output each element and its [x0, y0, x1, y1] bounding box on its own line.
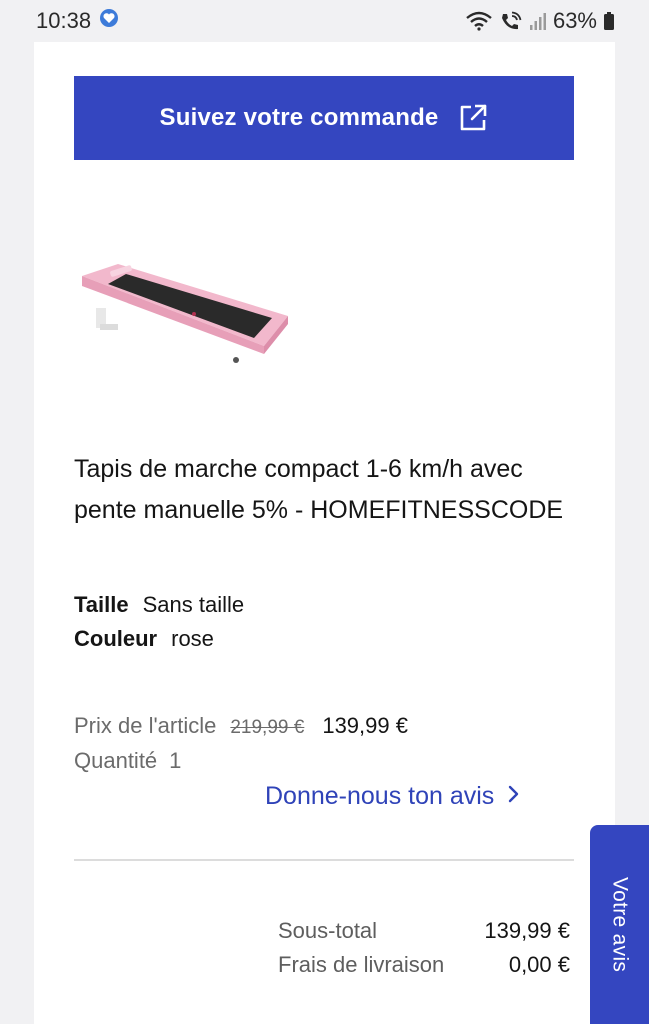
status-time: 10:38 [36, 8, 92, 33]
track-order-label: Suivez votre commande [159, 104, 439, 131]
battery-text: 63% [552, 8, 597, 33]
battery-icon [603, 11, 615, 31]
wifi-icon [465, 11, 493, 31]
status-right: 63% [465, 8, 615, 34]
product-title[interactable]: Tapis de marche compact 1-6 km/h avec pe… [74, 449, 574, 531]
chevron-right-icon [508, 782, 520, 811]
attribute-size-label: Taille [74, 592, 129, 617]
shipping-value: 0,00 € [508, 952, 570, 977]
subtotal-value: 139,99 € [484, 918, 570, 943]
attribute-size: Taille Sans taille [74, 592, 244, 618]
price-row: Prix de l'article 219,99 € 139,99 € [74, 713, 408, 739]
attribute-color: Couleur rose [74, 626, 214, 652]
quantity-value: 1 [169, 748, 182, 773]
order-card: Suivez votre commande Tapis de marche co… [34, 42, 615, 1024]
subtotal-label: Sous-total [278, 918, 378, 943]
review-link[interactable]: Donne-nous ton avis [265, 782, 520, 811]
summary-shipping: Frais de livraison 0,00 € [278, 952, 570, 978]
wifi-call-icon [499, 11, 523, 31]
status-left: 10:38 [36, 8, 119, 34]
status-bar: 10:38 63% [0, 0, 649, 42]
attribute-color-label: Couleur [74, 626, 158, 651]
quantity-row: Quantité 1 [74, 748, 181, 774]
track-order-button[interactable]: Suivez votre commande [74, 76, 574, 160]
old-price: 219,99 € [230, 717, 305, 738]
divider [74, 859, 574, 861]
feedback-tab-label: Votre avis [608, 876, 632, 973]
external-link-icon [458, 103, 488, 133]
attribute-size-value: Sans taille [142, 592, 245, 617]
quantity-label: Quantité [74, 748, 158, 773]
signal-icon [529, 11, 547, 31]
attribute-color-value: rose [171, 626, 214, 651]
review-link-label: Donne-nous ton avis [265, 782, 495, 810]
current-price: 139,99 € [322, 713, 408, 738]
shipping-label: Frais de livraison [278, 952, 445, 977]
summary-subtotal: Sous-total 139,99 € [278, 918, 570, 944]
product-image-treadmill[interactable] [74, 254, 294, 374]
feedback-tab[interactable]: Votre avis [590, 825, 649, 1024]
heart-badge-icon [99, 8, 119, 34]
price-label: Prix de l'article [74, 713, 217, 738]
